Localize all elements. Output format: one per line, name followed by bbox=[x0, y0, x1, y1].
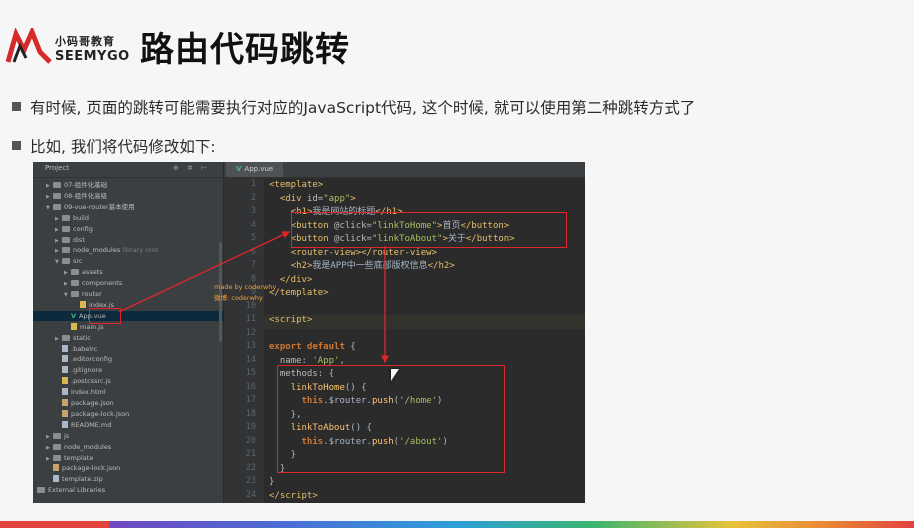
watermark-line1: made by coderwhy bbox=[214, 283, 277, 291]
bullet-square-icon bbox=[12, 141, 21, 150]
ide-screenshot: Project ⊕ ✲ ⊢ ▶ 07-组件化基础 ▶ 08-组件化高级 ▼ 09-vue-… bbox=[33, 162, 585, 503]
mouse-cursor-icon bbox=[391, 369, 399, 381]
brand-name-cn: 小码哥教育 bbox=[55, 35, 115, 48]
annotation-arrows bbox=[118, 231, 389, 364]
bullet-item: 比如, 我们将代码修改如下: bbox=[12, 135, 216, 157]
watermark-line2: 微博: coderwhy bbox=[214, 294, 263, 302]
brand-mark-icon bbox=[6, 28, 52, 64]
brand-logo: 小码哥教育 SEEMYGO bbox=[6, 28, 136, 68]
bullet-text: 比如, 我们将代码修改如下: bbox=[30, 138, 216, 156]
slide-title: 路由代码跳转 bbox=[140, 30, 350, 70]
brand-name-en: SEEMYGO bbox=[55, 49, 130, 64]
bullet-text: 有时候, 页面的跳转可能需要执行对应的JavaScript代码, 这个时候, 就… bbox=[30, 99, 696, 117]
bottom-color-stripe bbox=[0, 521, 914, 528]
bullet-item: 有时候, 页面的跳转可能需要执行对应的JavaScript代码, 这个时候, 就… bbox=[12, 96, 695, 118]
bullet-square-icon bbox=[12, 102, 21, 111]
arrow-to-buttons bbox=[118, 231, 291, 313]
